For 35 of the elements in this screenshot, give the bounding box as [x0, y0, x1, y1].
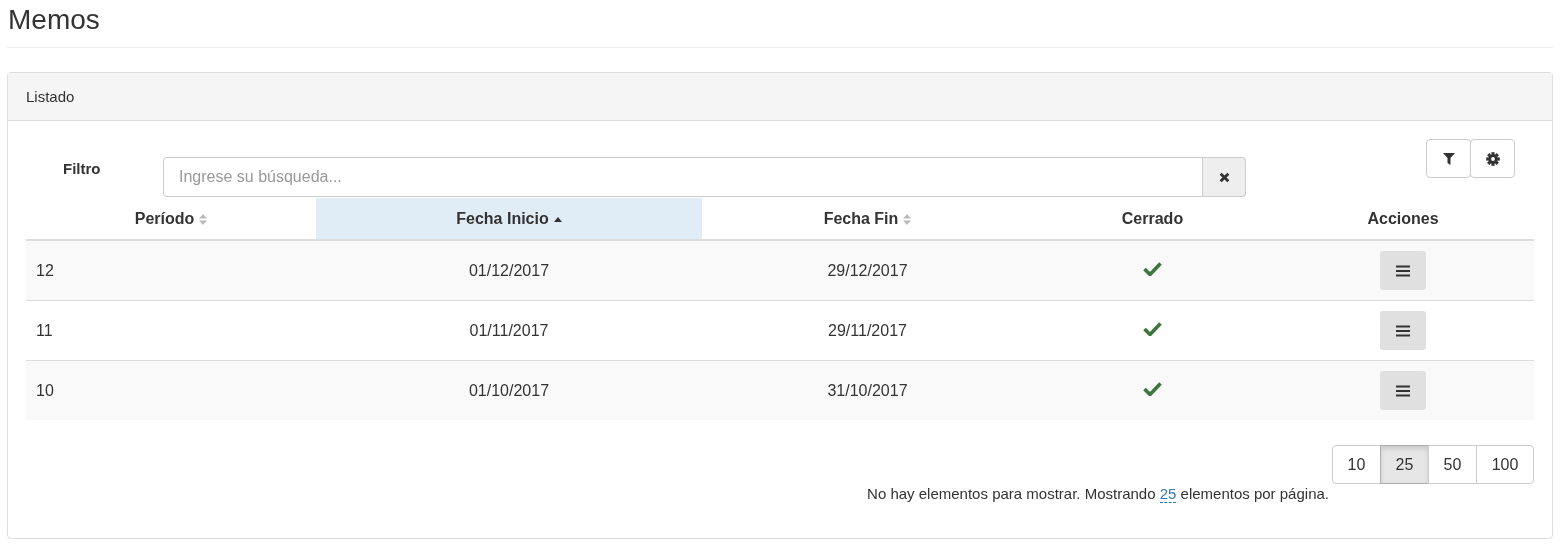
page-size-button[interactable]: 10 [1332, 445, 1381, 484]
column-header[interactable]: Fecha Inicio [316, 198, 702, 240]
table-cell: 11 [26, 300, 316, 361]
sort-icon [903, 213, 912, 225]
menu-icon [1396, 384, 1410, 397]
menu-icon [1396, 264, 1410, 277]
close-icon [1218, 171, 1230, 183]
menu-icon [1396, 324, 1410, 337]
table-cell: 01/10/2017 [316, 360, 702, 420]
table-cell: 29/12/2017 [702, 240, 1033, 301]
clear-button[interactable] [1203, 157, 1246, 197]
gear-icon [1485, 151, 1500, 166]
page-size-button[interactable]: 50 [1428, 445, 1477, 484]
filter-button[interactable] [1426, 139, 1471, 178]
page-title: Memos [7, 0, 1553, 48]
filter-label: Filtro [63, 160, 102, 177]
actions-menu-button[interactable] [1380, 251, 1426, 290]
page-size-link[interactable]: 25 [1159, 485, 1177, 503]
table-cell: 31/10/2017 [702, 360, 1033, 420]
page-size-button[interactable]: 25 [1380, 445, 1429, 484]
table-cell: 01/12/2017 [316, 240, 702, 301]
page-size-button[interactable]: 100 [1476, 445, 1534, 484]
table-cell: 01/11/2017 [316, 300, 702, 361]
actions-menu-button[interactable] [1380, 371, 1426, 410]
panel-heading: Listado [26, 88, 75, 105]
sort-ascending-icon [553, 216, 562, 222]
actions-menu-button[interactable] [1380, 311, 1426, 350]
table-cell: 12 [26, 240, 316, 301]
settings-button[interactable] [1470, 139, 1515, 178]
sort-icon [199, 213, 208, 225]
funnel-icon [1442, 152, 1455, 165]
table-cell: 10 [26, 360, 316, 420]
search-field[interactable]: Ingrese su búsqueda... [163, 157, 1203, 197]
table-cell: 29/11/2017 [702, 300, 1033, 361]
footer-text: No hay elementos para mostrar. Mostrando 25 elementos por página. [867, 484, 1329, 504]
